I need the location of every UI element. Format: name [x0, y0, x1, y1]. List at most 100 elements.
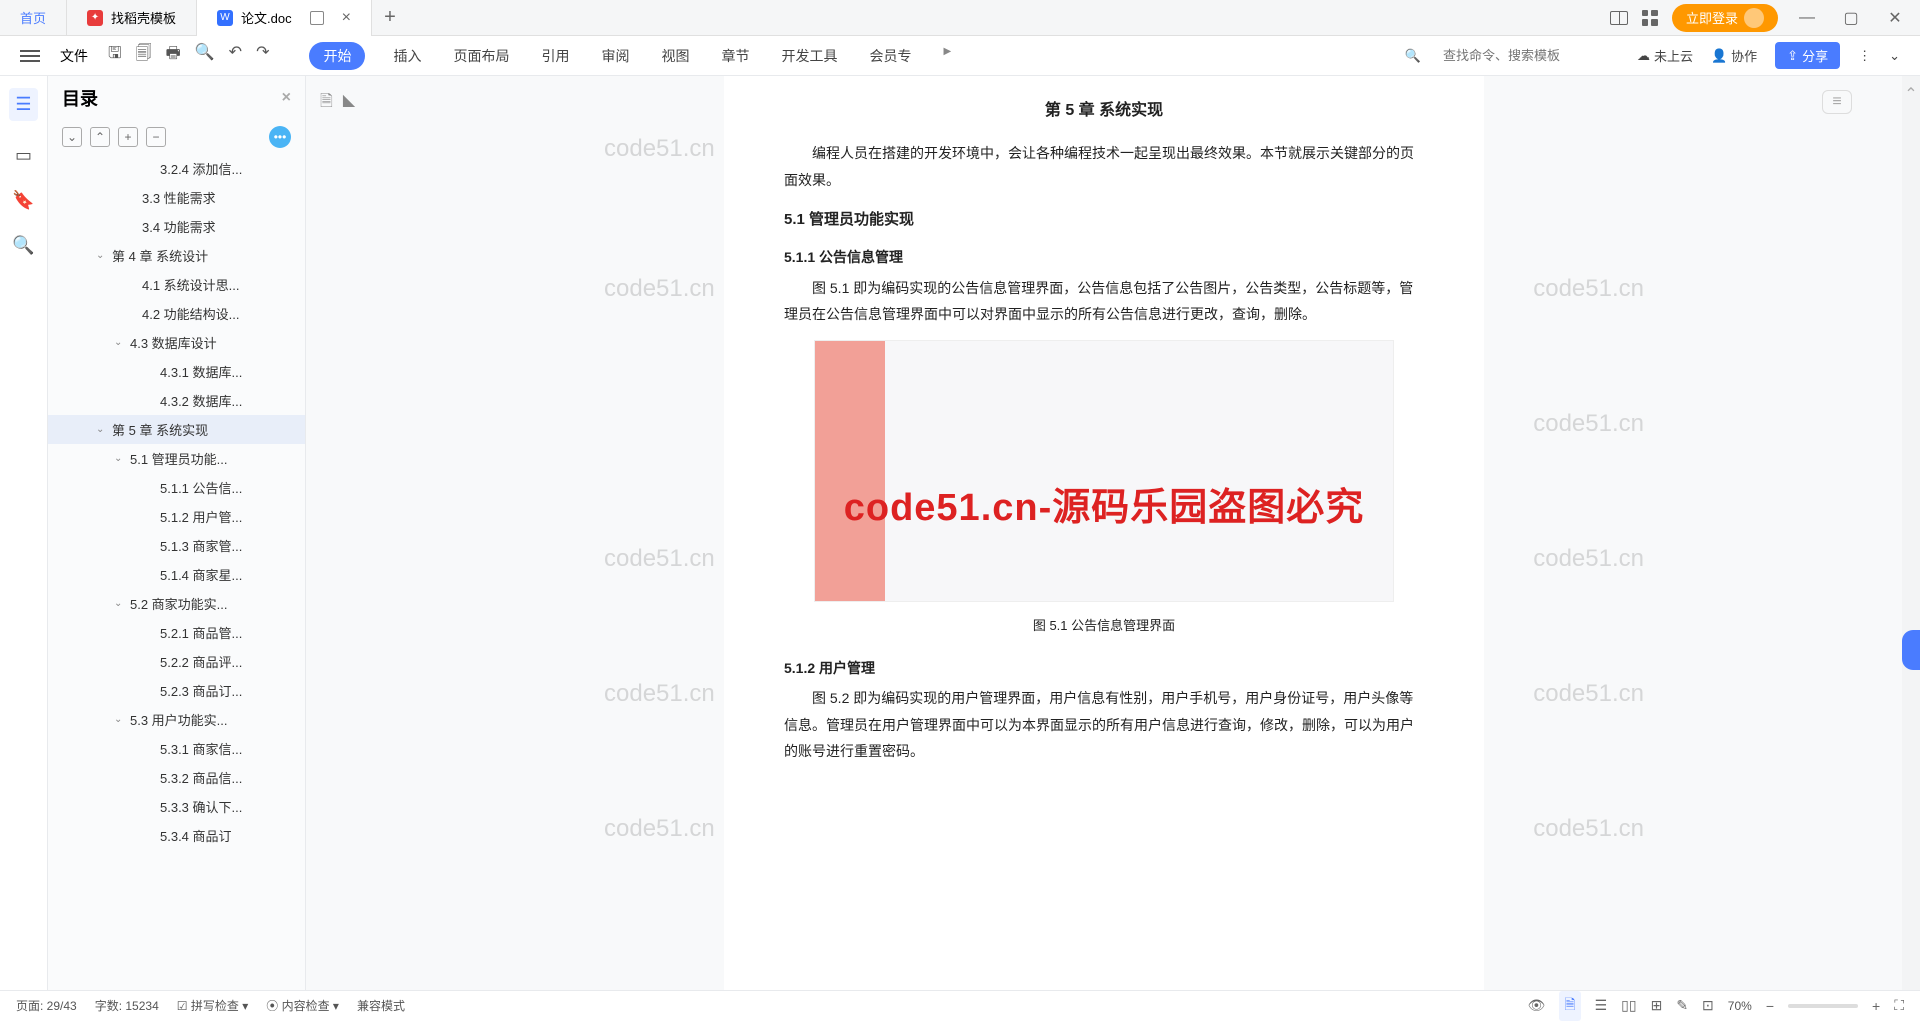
- content-check-button[interactable]: ⦿ 内容检查 ▾: [266, 997, 339, 1014]
- expand-all-icon[interactable]: ⌃: [90, 127, 110, 147]
- outline-item[interactable]: 5.3.4 商品订: [48, 821, 305, 850]
- ribbon-layout[interactable]: 页面布局: [449, 42, 513, 70]
- outline-item[interactable]: 5.2.3 商品订...: [48, 676, 305, 705]
- menu-icon[interactable]: [20, 50, 40, 62]
- layout-icon[interactable]: [1610, 11, 1628, 25]
- collapse-all-icon[interactable]: ⌄: [62, 127, 82, 147]
- highlight-icon[interactable]: ✎: [1676, 997, 1688, 1014]
- outline-label: 5.2 商家功能实...: [130, 594, 228, 613]
- zoom-out-button[interactable]: −: [1766, 998, 1774, 1014]
- remove-heading-icon[interactable]: −: [146, 127, 166, 147]
- outline-item[interactable]: 5.3.2 商品信...: [48, 763, 305, 792]
- ribbon-review[interactable]: 审阅: [597, 42, 633, 70]
- window-split-icon[interactable]: [310, 11, 324, 25]
- close-icon[interactable]: ×: [342, 9, 351, 27]
- spellcheck-button[interactable]: ☑ 拼写检查 ▾: [177, 997, 248, 1014]
- side-handle[interactable]: [1902, 630, 1920, 670]
- search-input[interactable]: [1439, 44, 1619, 67]
- outline-item[interactable]: 5.1.4 商家星...: [48, 560, 305, 589]
- outline-item[interactable]: ⌄第 5 章 系统实现: [48, 415, 305, 444]
- share-button[interactable]: ⇪ 分享: [1775, 42, 1840, 69]
- print-icon[interactable]: 🖶: [166, 42, 181, 69]
- view-page-icon[interactable]: 🗎: [1559, 991, 1580, 1021]
- eye-icon[interactable]: 👁: [1528, 997, 1546, 1014]
- outline-item[interactable]: 3.2.4 添加信...: [48, 154, 305, 183]
- scroll-up-icon[interactable]: ⌃: [1904, 84, 1917, 104]
- login-button[interactable]: 立即登录: [1672, 4, 1778, 32]
- more-icon[interactable]: ⋮: [1858, 48, 1871, 64]
- zoom-fit-icon[interactable]: ⊡: [1702, 997, 1714, 1014]
- side-toggle-icon[interactable]: ≡: [1822, 90, 1852, 114]
- outline-item[interactable]: 5.2.1 商品管...: [48, 618, 305, 647]
- ribbon-more-icon[interactable]: ▶: [939, 42, 955, 70]
- preview-icon[interactable]: 🔍: [195, 42, 215, 69]
- close-panel-icon[interactable]: ×: [282, 89, 291, 107]
- zoom-slider[interactable]: [1788, 1004, 1858, 1008]
- outline-item[interactable]: 3.3 性能需求: [48, 183, 305, 212]
- outline-icon[interactable]: ☰: [9, 88, 37, 121]
- document-area[interactable]: 🗎 ◣ ≡ 第 5 章 系统实现 编程人员在搭建的开发环境中，会让各种编程技术一…: [306, 76, 1902, 990]
- zoom-level[interactable]: 70%: [1728, 999, 1752, 1013]
- ribbon-start[interactable]: 开始: [309, 42, 365, 70]
- shapes-icon[interactable]: ▭: [15, 145, 32, 166]
- find-icon[interactable]: 🔍: [12, 235, 34, 256]
- outline-item[interactable]: 4.2 功能结构设...: [48, 299, 305, 328]
- view-outline-icon[interactable]: ☰: [1595, 997, 1608, 1014]
- ribbon-member[interactable]: 会员专: [865, 42, 915, 70]
- assist-icon[interactable]: •••: [269, 126, 291, 148]
- page-count[interactable]: 页面: 29/43: [16, 997, 77, 1014]
- outline-item[interactable]: 5.1.3 商家管...: [48, 531, 305, 560]
- minimize-button[interactable]: —: [1792, 9, 1822, 27]
- cloud-button[interactable]: ☁ 未上云: [1637, 46, 1693, 65]
- outline-item[interactable]: ⌄4.3 数据库设计: [48, 328, 305, 357]
- word-count[interactable]: 字数: 15234: [95, 997, 159, 1014]
- tab-document[interactable]: W 论文.doc ×: [197, 0, 372, 36]
- tab-bar: 首页 ✦ 找稻壳模板 W 论文.doc × + 立即登录 — ▢ ✕: [0, 0, 1920, 36]
- collapse-ribbon-icon[interactable]: ⌄: [1889, 48, 1900, 64]
- tab-home[interactable]: 首页: [0, 0, 67, 36]
- ribbon-insert[interactable]: 插入: [389, 42, 425, 70]
- ribbon-devtools[interactable]: 开发工具: [777, 42, 841, 70]
- view-web-icon[interactable]: ⊞: [1651, 997, 1663, 1014]
- outline-item[interactable]: 5.3.3 确认下...: [48, 792, 305, 821]
- outline-item[interactable]: 5.1.1 公告信...: [48, 473, 305, 502]
- save-as-icon[interactable]: 🗐: [136, 42, 152, 69]
- add-tab-button[interactable]: +: [372, 6, 408, 29]
- doc-mode-icon[interactable]: 🗎: [320, 90, 333, 117]
- outline-item[interactable]: 3.4 功能需求: [48, 212, 305, 241]
- outline-item[interactable]: ⌄5.3 用户功能实...: [48, 705, 305, 734]
- outline-item[interactable]: 4.3.1 数据库...: [48, 357, 305, 386]
- outline-item[interactable]: 4.1 系统设计思...: [48, 270, 305, 299]
- outline-label: 5.2.3 商品订...: [160, 681, 242, 700]
- tab-label: 论文.doc: [241, 8, 292, 27]
- coop-button[interactable]: 👤 协作: [1711, 46, 1757, 65]
- tab-template[interactable]: ✦ 找稻壳模板: [67, 0, 197, 36]
- undo-icon[interactable]: ↶: [229, 42, 242, 69]
- apps-icon[interactable]: [1642, 10, 1658, 26]
- file-menu[interactable]: 文件: [60, 46, 88, 66]
- avatar-icon: [1744, 8, 1764, 28]
- outline-item[interactable]: ⌄第 4 章 系统设计: [48, 241, 305, 270]
- view-read-icon[interactable]: ▯▯: [1621, 997, 1636, 1014]
- ribbon-view[interactable]: 视图: [657, 42, 693, 70]
- outline-item[interactable]: ⌄5.2 商家功能实...: [48, 589, 305, 618]
- redo-icon[interactable]: ↷: [256, 42, 269, 69]
- ribbon-chapter[interactable]: 章节: [717, 42, 753, 70]
- outline-item[interactable]: 5.2.2 商品评...: [48, 647, 305, 676]
- bookmark-icon[interactable]: 🔖: [12, 190, 34, 211]
- compat-mode[interactable]: 兼容模式: [357, 997, 405, 1014]
- outline-item[interactable]: ⌄5.1 管理员功能...: [48, 444, 305, 473]
- add-heading-icon[interactable]: +: [118, 127, 138, 147]
- outline-item[interactable]: 5.1.2 用户管...: [48, 502, 305, 531]
- outline-label: 5.1.1 公告信...: [160, 478, 242, 497]
- zoom-in-button[interactable]: +: [1872, 998, 1880, 1014]
- ribbon-ref[interactable]: 引用: [537, 42, 573, 70]
- close-window-button[interactable]: ✕: [1880, 8, 1910, 28]
- outline-item[interactable]: 5.3.1 商家信...: [48, 734, 305, 763]
- outline-item[interactable]: 4.3.2 数据库...: [48, 386, 305, 415]
- maximize-button[interactable]: ▢: [1836, 8, 1866, 28]
- outline-label: 5.1.2 用户管...: [160, 507, 242, 526]
- save-icon[interactable]: 🖫: [108, 42, 122, 69]
- fullscreen-icon[interactable]: ⛶: [1894, 997, 1904, 1014]
- doc-mode-arrow-icon[interactable]: ◣: [343, 90, 355, 117]
